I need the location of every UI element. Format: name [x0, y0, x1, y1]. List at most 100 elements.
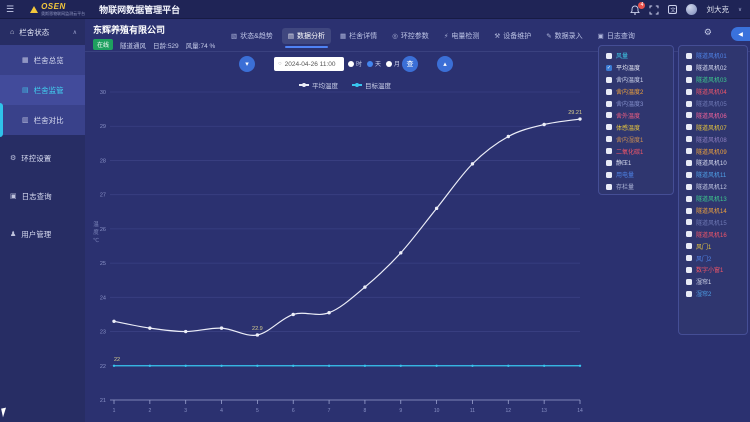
- checkbox-unchecked[interactable]: [686, 231, 692, 237]
- checkbox-unchecked[interactable]: [686, 53, 692, 59]
- granularity-radio-1[interactable]: 时: [348, 59, 362, 68]
- checkbox-unchecked[interactable]: [686, 291, 692, 297]
- sidebar-subitem-2[interactable]: ▤栏舍监管: [0, 75, 85, 105]
- device-row-2[interactable]: 隧道风机02: [679, 62, 747, 74]
- checkbox-unchecked[interactable]: [606, 89, 612, 95]
- hamburger-menu-icon[interactable]: ☰: [6, 4, 14, 15]
- tab-8[interactable]: ▣日志查询: [592, 28, 641, 44]
- device-row-7[interactable]: 隧道风机07: [679, 121, 747, 133]
- checkbox-unchecked[interactable]: [686, 184, 692, 190]
- device-row-8[interactable]: 隧道风机08: [679, 133, 747, 145]
- tab-1[interactable]: ▧状态&趋势: [225, 28, 279, 44]
- checkbox-unchecked[interactable]: [606, 136, 612, 142]
- metric-row-11[interactable]: 用电量: [599, 169, 673, 181]
- tab-3[interactable]: ▦栏舍详情: [334, 28, 383, 44]
- device-row-20[interactable]: 湿帘1: [679, 276, 747, 288]
- checkbox-unchecked[interactable]: [686, 196, 692, 202]
- checkbox-unchecked[interactable]: [686, 77, 692, 83]
- sidebar-subitem-3[interactable]: ▥栏舍对比: [0, 105, 85, 135]
- tab-7[interactable]: ✎数据录入: [540, 28, 588, 44]
- language-translate-icon[interactable]: 文: [668, 5, 677, 14]
- checkbox-unchecked[interactable]: [686, 172, 692, 178]
- metrics-panel: 风量✓平均温度舍内温度1 舍内温度2舍内温度3舍外温度体感温度舍内湿度1二氧化碳1…: [598, 45, 674, 195]
- device-row-6[interactable]: 隧道风机06: [679, 109, 747, 121]
- next-period-button[interactable]: ▴: [437, 56, 453, 72]
- device-row-3[interactable]: 隧道风机03: [679, 74, 747, 86]
- settings-gear-icon[interactable]: ⚙: [704, 27, 712, 38]
- device-row-19[interactable]: 数字小窗1: [679, 264, 747, 276]
- checkbox-unchecked[interactable]: [686, 101, 692, 107]
- device-row-17[interactable]: 风门1: [679, 240, 747, 252]
- metric-row-4[interactable]: 舍内温度2: [599, 86, 673, 98]
- checkbox-unchecked[interactable]: [686, 267, 692, 273]
- user-name[interactable]: 刘大克: [706, 4, 729, 15]
- checkbox-unchecked[interactable]: [686, 89, 692, 95]
- tab-6[interactable]: ⚒设备维护: [488, 28, 537, 44]
- user-menu-chevron-down-icon[interactable]: ∨: [738, 7, 742, 13]
- avatar[interactable]: [686, 4, 697, 15]
- checkbox-unchecked[interactable]: [686, 255, 692, 261]
- tab-5[interactable]: ⚡电量检测: [438, 28, 486, 44]
- device-row-14[interactable]: 隧道风机14: [679, 205, 747, 217]
- checkbox-unchecked[interactable]: [686, 279, 692, 285]
- metric-row-7[interactable]: 体感温度: [599, 121, 673, 133]
- checkbox-unchecked[interactable]: [606, 148, 612, 154]
- device-row-21[interactable]: 湿帘2: [679, 288, 747, 300]
- checkbox-unchecked[interactable]: [606, 112, 612, 118]
- checkbox-unchecked[interactable]: [686, 243, 692, 249]
- drawer-handle[interactable]: [0, 103, 3, 137]
- device-row-15[interactable]: 隧道风机15: [679, 216, 747, 228]
- tab-4[interactable]: ◎环控参数: [386, 28, 435, 44]
- metric-row-1[interactable]: 风量: [599, 50, 673, 62]
- fullscreen-icon[interactable]: [649, 5, 659, 15]
- metric-row-10[interactable]: 静压1: [599, 157, 673, 169]
- metric-row-6[interactable]: 舍外温度: [599, 109, 673, 121]
- device-row-5[interactable]: 隧道风机05: [679, 98, 747, 110]
- metric-row-9[interactable]: 二氧化碳1: [599, 145, 673, 157]
- device-row-16[interactable]: 隧道风机16: [679, 228, 747, 240]
- checkbox-unchecked[interactable]: [686, 219, 692, 225]
- notifications-bell-icon[interactable]: 4: [630, 5, 640, 15]
- collapse-panel-button[interactable]: ◀: [731, 27, 750, 41]
- checkbox-unchecked[interactable]: [606, 77, 612, 83]
- metric-row-8[interactable]: 舍内湿度1: [599, 133, 673, 145]
- search-button[interactable]: 查: [402, 56, 418, 72]
- device-row-9[interactable]: 隧道风机09: [679, 145, 747, 157]
- granularity-radio-3[interactable]: 月: [386, 59, 400, 68]
- sidebar-subitem-1[interactable]: ▦栏舍总览: [0, 45, 85, 75]
- checkbox-unchecked[interactable]: [686, 65, 692, 71]
- date-picker-input[interactable]: ○ 2024-04-26 11:00: [274, 57, 344, 71]
- device-row-11[interactable]: 隧道风机11: [679, 169, 747, 181]
- sidebar-item-3[interactable]: ♟用户管理: [0, 219, 85, 249]
- granularity-radio-2[interactable]: 天: [367, 59, 381, 68]
- device-row-10[interactable]: 隧道风机10: [679, 157, 747, 169]
- sidebar-group-barn-status[interactable]: ⌂ 栏舍状态 ∧: [0, 19, 85, 45]
- device-row-1[interactable]: 隧道风机01: [679, 50, 747, 62]
- metric-row-3[interactable]: 舍内温度1: [599, 74, 673, 86]
- checkbox-checked[interactable]: ✓: [606, 65, 612, 71]
- device-row-4[interactable]: 隧道风机04: [679, 86, 747, 98]
- checkbox-unchecked[interactable]: [686, 148, 692, 154]
- tab-2[interactable]: ▤数据分析: [282, 28, 331, 44]
- device-row-18[interactable]: 风门2: [679, 252, 747, 264]
- checkbox-unchecked[interactable]: [686, 112, 692, 118]
- checkbox-unchecked[interactable]: [686, 136, 692, 142]
- checkbox-unchecked[interactable]: [606, 184, 612, 190]
- checkbox-unchecked[interactable]: [606, 172, 612, 178]
- checkbox-unchecked[interactable]: [606, 124, 612, 130]
- metric-row-12[interactable]: 存栏量: [599, 181, 673, 193]
- checkbox-unchecked[interactable]: [686, 160, 692, 166]
- checkbox-unchecked[interactable]: [606, 101, 612, 107]
- metric-row-5[interactable]: 舍内温度3: [599, 98, 673, 110]
- metric-row-2[interactable]: ✓平均温度: [599, 62, 673, 74]
- device-row-13[interactable]: 隧道风机13: [679, 193, 747, 205]
- checkbox-unchecked[interactable]: [686, 124, 692, 130]
- checkbox-unchecked[interactable]: [606, 160, 612, 166]
- sidebar-item-2[interactable]: ▣日志查询: [0, 181, 85, 211]
- metric-label: 舍内温度1: [616, 75, 643, 84]
- checkbox-unchecked[interactable]: [686, 208, 692, 214]
- checkbox-unchecked[interactable]: [606, 53, 612, 59]
- sidebar-item-1[interactable]: ⚙环控设置: [0, 143, 85, 173]
- device-row-12[interactable]: 隧道风机12: [679, 181, 747, 193]
- prev-period-button[interactable]: ▾: [239, 56, 255, 72]
